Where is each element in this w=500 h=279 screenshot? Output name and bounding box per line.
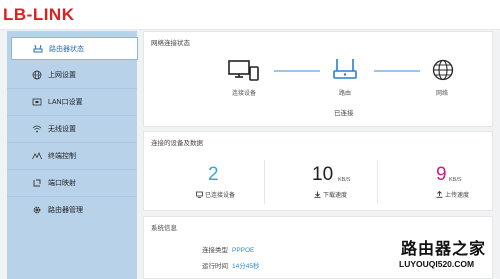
watermark-title: 路由器之家: [401, 239, 487, 258]
connection-type-value: PPPOE: [232, 247, 255, 254]
upload-speed-unit: KB/S: [449, 177, 462, 183]
router-status-icon: [33, 44, 43, 54]
sidebar-item-label: 路由器管理: [48, 207, 83, 214]
sidebar-item-label: 终端控制: [48, 153, 76, 160]
panel-title: 系统信息: [151, 225, 177, 232]
download-icon: [314, 191, 321, 198]
uptime-label: 运行时间: [202, 263, 228, 270]
devices-icon[interactable]: [228, 60, 260, 82]
upload-speed-value: 9: [436, 164, 447, 185]
download-speed-unit: KB/S: [338, 177, 351, 183]
router-label: 路由: [339, 91, 352, 97]
top-bar: LB-LINK: [0, 0, 500, 30]
uptime-row: 运行时间 14分45秒: [202, 260, 259, 270]
sidebar-item-label: 端口映射: [48, 180, 76, 187]
connected-devices-label-text: 已连接设备: [205, 193, 236, 199]
sidebar-item-label: LAN口设置: [48, 99, 83, 106]
network-status-panel: 网络连接状态 连接设备 路由 网络 已连接: [143, 31, 493, 127]
devices-data-panel: 连接的设备及数据 2 已连接设备 10 KB/S 下载速度 9 KB/S 上传速…: [143, 131, 493, 211]
router-icon[interactable]: [332, 57, 358, 81]
sidebar-item-router-status[interactable]: 路由器状态: [11, 37, 138, 60]
devices-label: 连接设备: [232, 91, 257, 97]
connected-devices-count: 2: [208, 164, 219, 185]
sidebar-item-terminal-control[interactable]: 终端控制: [7, 143, 137, 169]
watermark-url: LUYOUQI520.COM: [399, 259, 475, 269]
connection-type-row: 连接类型 PPPOE: [202, 244, 254, 254]
stat-divider: [377, 160, 378, 204]
connection-line-router-internet: [374, 70, 420, 72]
uptime-value: 14分45秒: [232, 263, 260, 270]
stat-divider: [264, 160, 265, 204]
upload-icon: [436, 191, 443, 198]
device-icon: [196, 191, 203, 198]
activity-icon: [32, 151, 42, 161]
port-mapping-icon: [32, 178, 42, 188]
connection-type-label: 连接类型: [202, 247, 228, 254]
connection-line-devices-router: [274, 70, 320, 72]
sidebar-item-label: 无线设置: [48, 126, 76, 133]
sidebar-item-label: 路由器状态: [49, 45, 84, 53]
connection-status-text: 已连接: [334, 110, 354, 117]
upload-speed-label: 上传速度: [436, 190, 469, 199]
gear-icon: [32, 205, 42, 215]
sidebar-item-port-mapping[interactable]: 端口映射: [7, 170, 137, 196]
internet-globe-icon[interactable]: [432, 59, 454, 81]
internet-label: 网络: [436, 91, 449, 97]
sidebar-item-label: 上网设置: [48, 72, 76, 79]
connected-devices-label: 已连接设备: [196, 190, 235, 199]
brand-logo: LB-LINK: [3, 5, 75, 24]
sidebar-item-lan-settings[interactable]: LAN口设置: [7, 89, 137, 115]
upload-speed-label-text: 上传速度: [445, 193, 470, 199]
download-speed-label-text: 下载速度: [323, 193, 348, 199]
globe-icon: [32, 70, 42, 80]
sidebar-item-wireless-settings[interactable]: 无线设置: [7, 116, 137, 142]
panel-title: 连接的设备及数据: [151, 140, 203, 147]
wifi-icon: [32, 124, 42, 134]
download-speed-label: 下载速度: [314, 190, 347, 199]
lan-port-icon: [32, 97, 42, 107]
sidebar-item-internet-settings[interactable]: 上网设置: [7, 62, 137, 88]
sidebar-item-router-management[interactable]: 路由器管理: [7, 197, 137, 223]
sidebar: 路由器状态 上网设置 LAN口设置 无线设置 终端控制 端口映射 路由器管理: [7, 31, 138, 279]
panel-title: 网络连接状态: [151, 40, 190, 47]
site-watermark: 路由器之家 LUYOUQI520.COM: [395, 235, 495, 277]
download-speed-value: 10: [312, 164, 334, 185]
